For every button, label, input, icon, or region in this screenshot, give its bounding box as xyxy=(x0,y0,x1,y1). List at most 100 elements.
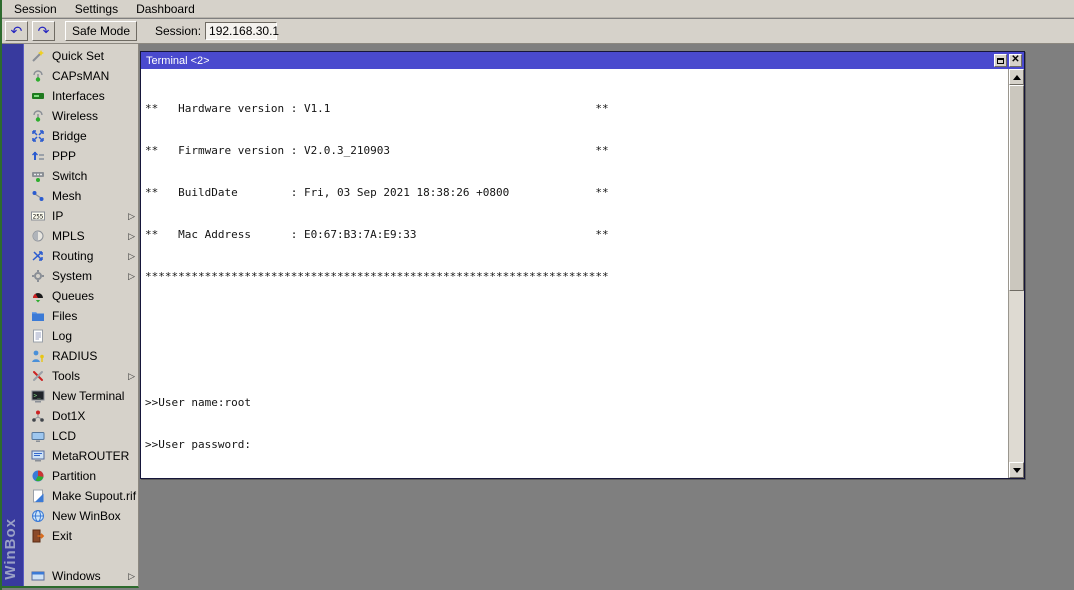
scroll-up-button[interactable] xyxy=(1009,69,1024,85)
globe-icon xyxy=(31,509,45,523)
sidebar-item-bridge[interactable]: Bridge xyxy=(24,126,139,146)
antenna-icon xyxy=(31,69,45,83)
sidebar-item-exit[interactable]: Exit xyxy=(24,526,139,546)
menu-settings[interactable]: Settings xyxy=(67,1,126,17)
sidebar-item-mesh[interactable]: Mesh xyxy=(24,186,139,206)
network-card-icon xyxy=(31,89,45,103)
ip-255-icon: 255 xyxy=(31,209,45,223)
lcd-screen-icon xyxy=(31,429,45,443)
winbox-application: Session Settings Dashboard ↶ ↷ Safe Mode… xyxy=(0,0,1074,590)
sidebar-item-log[interactable]: Log xyxy=(24,326,139,346)
sidebar-item-dot1x[interactable]: Dot1X xyxy=(24,406,139,426)
sidebar-item-new-winbox[interactable]: New WinBox xyxy=(24,506,139,526)
terminal-line: ** Mac Address : E0:67:B3:7A:E9:33 ** xyxy=(145,228,946,242)
sidebar-item-ip[interactable]: 255 IP ▷ xyxy=(24,206,139,226)
chevron-right-icon: ▷ xyxy=(128,371,135,382)
terminal-line: ** Firmware version : V2.0.3_210903 ** xyxy=(145,144,946,158)
sidebar-item-files[interactable]: Files xyxy=(24,306,139,326)
sidebar-item-system[interactable]: System ▷ xyxy=(24,266,139,286)
svg-text:>_: >_ xyxy=(34,393,42,400)
sidebar-item-routing[interactable]: Routing ▷ xyxy=(24,246,139,266)
sidebar-item-switch[interactable]: Switch xyxy=(24,166,139,186)
log-document-icon xyxy=(31,329,45,343)
redo-arrow-icon: ↷ xyxy=(38,24,50,38)
window-icon xyxy=(31,569,45,583)
sidebar-item-quick-set[interactable]: Quick Set xyxy=(24,46,139,66)
chevron-right-icon: ▷ xyxy=(128,271,135,282)
sidebar-item-windows[interactable]: Windows ▷ xyxy=(24,566,139,586)
antenna-icon xyxy=(31,109,45,123)
sidebar-item-metarouter[interactable]: MetaROUTER xyxy=(24,446,139,466)
terminal-output: ** Hardware version : V1.1 ** ** Firmwar… xyxy=(145,74,946,478)
exit-door-icon xyxy=(31,529,45,543)
maximize-icon xyxy=(997,58,1004,64)
chevron-right-icon: ▷ xyxy=(128,251,135,262)
terminal-line-user: >>User name:root xyxy=(145,396,946,410)
mpls-sphere-icon xyxy=(31,229,45,243)
sidebar-item-new-terminal[interactable]: >_ New Terminal xyxy=(24,386,139,406)
arrow-up-icon xyxy=(1013,75,1021,80)
session-label: Session: xyxy=(155,24,201,38)
menu-dashboard[interactable]: Dashboard xyxy=(128,1,203,17)
sidebar-item-interfaces[interactable]: Interfaces xyxy=(24,86,139,106)
sidebar-item-lcd[interactable]: LCD xyxy=(24,426,139,446)
scrollbar-thumb[interactable] xyxy=(1009,85,1024,291)
gear-icon xyxy=(31,269,45,283)
terminal-icon: >_ xyxy=(31,389,45,403)
sidebar-item-radius[interactable]: RADIUS xyxy=(24,346,139,366)
terminal-line xyxy=(145,312,946,326)
vertical-scrollbar[interactable] xyxy=(1008,69,1024,478)
sidebar-item-queues[interactable]: Queues xyxy=(24,286,139,306)
session-input[interactable]: 192.168.30.1 xyxy=(205,22,277,40)
sidebar-item-tools[interactable]: Tools ▷ xyxy=(24,366,139,386)
dot1x-icon xyxy=(31,409,45,423)
toolbar: ↶ ↷ Safe Mode Session: 192.168.30.1 xyxy=(2,19,1074,44)
metarouter-icon xyxy=(31,449,45,463)
svg-text:255: 255 xyxy=(33,214,44,221)
chevron-right-icon: ▷ xyxy=(128,211,135,222)
undo-arrow-icon: ↶ xyxy=(11,24,23,38)
sidebar-item-partition[interactable]: Partition xyxy=(24,466,139,486)
menu-bar: Session Settings Dashboard xyxy=(2,0,1074,18)
close-button[interactable]: ✕ xyxy=(1009,54,1022,67)
terminal-line: ** BuildDate : Fri, 03 Sep 2021 18:38:26… xyxy=(145,186,946,200)
user-key-icon xyxy=(31,349,45,363)
switch-icon xyxy=(31,169,45,183)
safe-mode-button[interactable]: Safe Mode xyxy=(65,21,137,41)
terminal-line-password: >>User password: xyxy=(145,438,946,452)
gauge-icon xyxy=(31,289,45,303)
sidebar: WinBox Quick Set CAPsMAN Interfaces Wire… xyxy=(2,44,139,588)
magic-wand-icon xyxy=(31,49,45,63)
terminal-titlebar[interactable]: Terminal <2> ✕ xyxy=(141,52,1024,69)
undo-button[interactable]: ↶ xyxy=(5,21,28,41)
close-icon: ✕ xyxy=(1011,55,1019,65)
menu-session[interactable]: Session xyxy=(6,1,65,17)
routing-arrows-icon xyxy=(31,249,45,263)
sidebar-item-ppp[interactable]: PPP xyxy=(24,146,139,166)
terminal-title: Terminal <2> xyxy=(146,55,210,67)
supout-file-icon xyxy=(31,489,45,503)
sidebar-item-make-supout[interactable]: Make Supout.rif xyxy=(24,486,139,506)
terminal-line: ****************************************… xyxy=(145,270,946,284)
sidebar-item-mpls[interactable]: MPLS ▷ xyxy=(24,226,139,246)
terminal-line xyxy=(145,354,946,368)
mesh-nodes-icon xyxy=(31,189,45,203)
chevron-right-icon: ▷ xyxy=(128,231,135,242)
sidebar-item-capsman[interactable]: CAPsMAN xyxy=(24,66,139,86)
terminal-body[interactable]: ** Hardware version : V1.1 ** ** Firmwar… xyxy=(141,69,1024,478)
scroll-down-button[interactable] xyxy=(1009,462,1024,478)
pie-partition-icon xyxy=(31,469,45,483)
tools-icon xyxy=(31,369,45,383)
terminal-line: ** Hardware version : V1.1 ** xyxy=(145,102,946,116)
maximize-button[interactable] xyxy=(994,54,1007,67)
redo-button[interactable]: ↷ xyxy=(32,21,55,41)
ppp-icon xyxy=(31,149,45,163)
folder-icon xyxy=(31,309,45,323)
sidebar-spacer xyxy=(24,546,139,566)
arrow-down-icon xyxy=(1013,468,1021,473)
chevron-right-icon: ▷ xyxy=(128,571,135,582)
bridge-arrows-icon xyxy=(31,129,45,143)
winbox-logo: WinBox xyxy=(2,518,24,582)
sidebar-item-wireless[interactable]: Wireless xyxy=(24,106,139,126)
terminal-window: Terminal <2> ✕ ** Hardware version : V1.… xyxy=(140,51,1025,479)
